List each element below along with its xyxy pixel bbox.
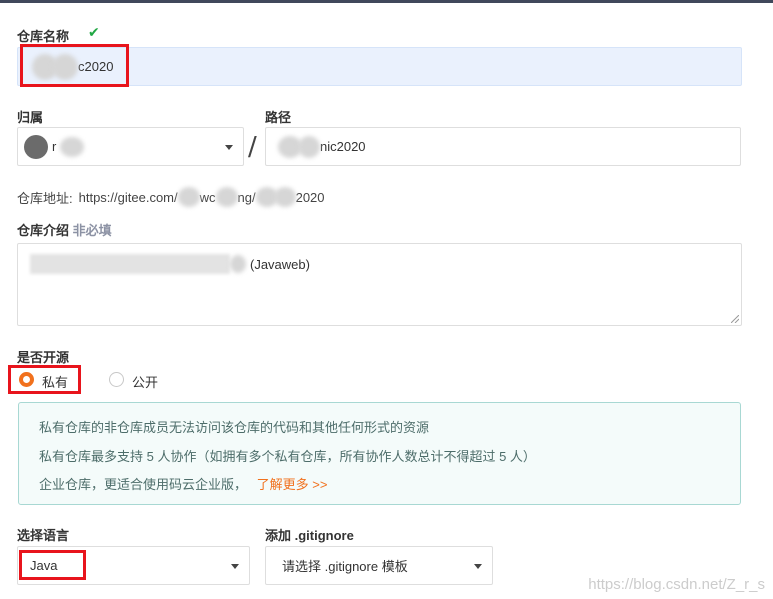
gitignore-value: 请选择 .gitignore 模板 — [282, 559, 408, 574]
repo-name-label: 仓库名称 — [17, 29, 70, 44]
redacted-mark — [230, 255, 246, 273]
owner-label: 归属 — [17, 110, 44, 125]
redacted-mark — [273, 187, 296, 207]
repo-name-value: c2020 — [78, 59, 114, 74]
chevron-down-icon — [225, 144, 233, 150]
radio-public[interactable] — [109, 372, 124, 387]
owner-value: r — [52, 139, 57, 154]
repo-name-input[interactable]: c2020 — [17, 47, 742, 86]
intro-label-text: 仓库介绍 — [17, 223, 70, 238]
intro-label: 仓库介绍 非必填 — [17, 220, 112, 239]
address-middle: wc — [199, 189, 216, 205]
learn-more-link[interactable]: 了解更多 >> — [257, 477, 328, 492]
optional-hint: 非必填 — [72, 223, 112, 238]
watermark: https://blog.csdn.net/Z_r_s — [588, 576, 765, 593]
language-select[interactable]: Java — [17, 546, 250, 585]
path-label: 路径 — [265, 110, 292, 125]
address-label: 仓库地址: — [17, 190, 73, 206]
path-value: nic2020 — [320, 139, 366, 154]
redacted-mark — [177, 187, 200, 207]
radio-private[interactable] — [19, 372, 34, 387]
top-bar — [0, 0, 773, 3]
intro-textarea[interactable]: (Javaweb) — [17, 243, 742, 326]
redacted-mark — [298, 135, 320, 158]
address-middle2: ng/ — [237, 189, 256, 205]
repo-address: 仓库地址: https://gitee.com/ wc ng/ 2020 — [17, 187, 325, 207]
gitignore-select[interactable]: 请选择 .gitignore 模板 — [265, 546, 493, 585]
gitignore-label: 添加 .gitignore — [265, 528, 354, 543]
owner-select[interactable]: r — [17, 127, 244, 166]
address-suffix: 2020 — [295, 189, 325, 205]
radio-public-label[interactable]: 公开 — [132, 372, 158, 391]
language-value: Java — [30, 558, 58, 573]
redacted-mark — [52, 53, 78, 80]
intro-value: (Javaweb) — [250, 256, 310, 272]
open-source-label: 是否开源 — [17, 350, 70, 365]
chevron-down-icon — [474, 563, 482, 569]
path-input[interactable]: nic2020 — [265, 127, 741, 166]
resize-handle-icon[interactable] — [731, 315, 739, 323]
notice-line-2: 私有仓库最多支持 5 人协作（如拥有多个私有仓库，所有协作人数总计不得超过 5 … — [39, 449, 536, 464]
path-separator: / — [248, 132, 257, 162]
language-label: 选择语言 — [17, 528, 70, 543]
redacted-mark — [30, 254, 230, 274]
check-icon: ✔ — [88, 24, 100, 40]
notice-line-1: 私有仓库的非仓库成员无法访问该仓库的代码和其他任何形式的资源 — [39, 420, 430, 435]
radio-private-label[interactable]: 私有 — [42, 372, 68, 391]
redacted-mark — [215, 187, 238, 207]
address-prefix: https://gitee.com/ — [78, 189, 178, 205]
redacted-mark — [60, 136, 85, 157]
avatar — [24, 134, 48, 159]
notice-line-3-text: 企业仓库，更适合使用码云企业版， — [39, 477, 248, 492]
chevron-down-icon — [231, 563, 239, 569]
notice-line-3: 企业仓库，更适合使用码云企业版， 了解更多 >> — [39, 474, 327, 493]
private-repo-notice: 私有仓库的非仓库成员无法访问该仓库的代码和其他任何形式的资源 私有仓库最多支持 … — [18, 402, 741, 505]
